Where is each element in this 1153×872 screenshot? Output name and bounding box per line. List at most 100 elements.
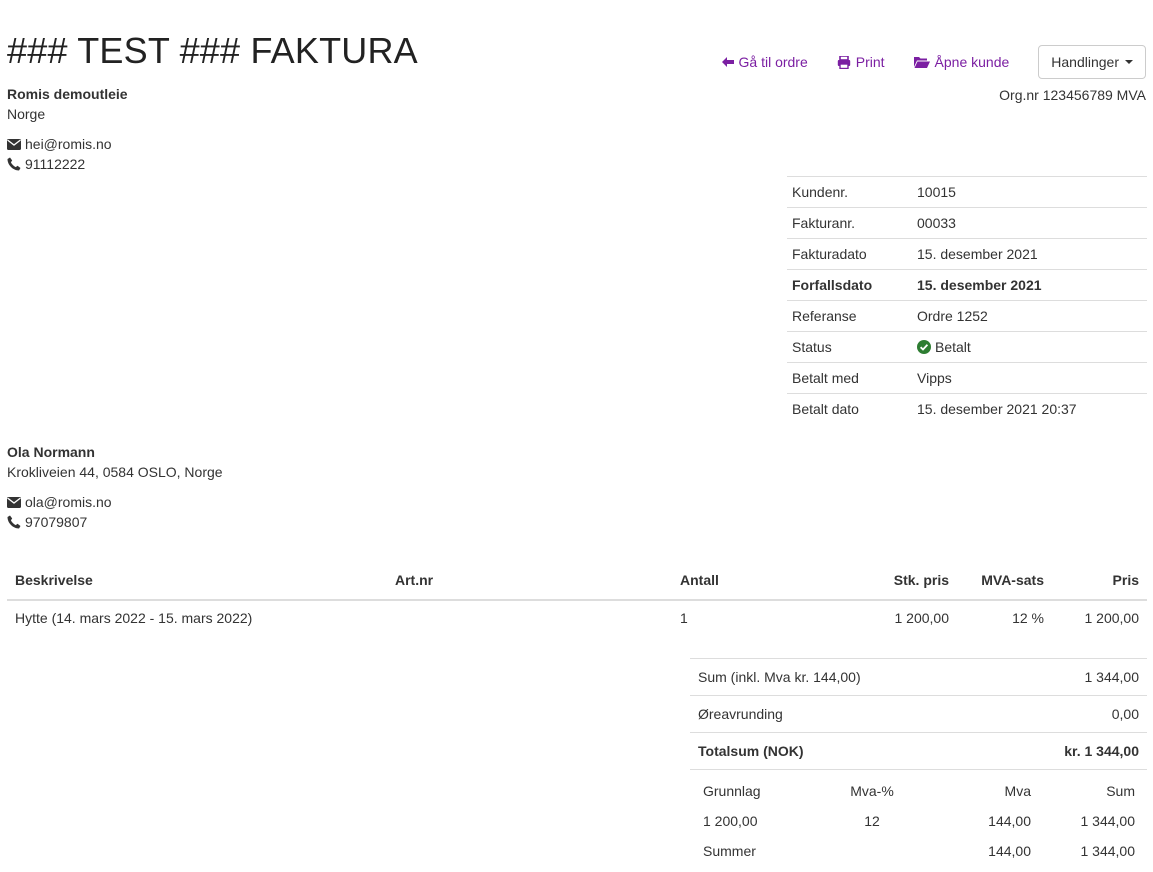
vat-sum: 1 344,00 bbox=[1080, 813, 1136, 829]
caret-down-icon bbox=[1125, 60, 1133, 64]
info-row-due-date: Forfallsdato 15. desember 2021 bbox=[787, 269, 1147, 301]
buyer-phone-line: 97079807 bbox=[7, 512, 223, 532]
totals-value: kr. 1 344,00 bbox=[993, 732, 1147, 770]
info-label: Referanse bbox=[787, 300, 912, 332]
vat-amount: 144,00 bbox=[988, 843, 1031, 859]
info-value: 00033 bbox=[912, 207, 1147, 239]
info-row-customer-number: Kundenr. 10015 bbox=[787, 176, 1147, 208]
print-link[interactable]: Print bbox=[837, 54, 885, 70]
col-unit-price: Stk. pris bbox=[792, 560, 957, 601]
line-quantity: 1 bbox=[680, 610, 688, 626]
info-row-invoice-number: Fakturanr. 00033 bbox=[787, 207, 1147, 239]
check-circle-icon bbox=[917, 340, 931, 354]
info-value: Vipps bbox=[912, 362, 1147, 394]
status-text: Betalt bbox=[935, 339, 971, 355]
invoice-lines-table: Beskrivelse Art.nr Antall Stk. pris MVA-… bbox=[7, 560, 1147, 635]
line-artnr bbox=[387, 600, 672, 635]
col-description: Beskrivelse bbox=[7, 560, 387, 601]
vat-amount: 144,00 bbox=[988, 813, 1031, 829]
info-label: Kundenr. bbox=[787, 176, 912, 208]
totals-label: Sum (inkl. Mva kr. 144,00) bbox=[690, 658, 994, 696]
line-description: Hytte (14. mars 2022 - 15. mars 2022) bbox=[15, 610, 253, 626]
info-label: Fakturanr. bbox=[787, 207, 912, 239]
info-value: Betalt bbox=[912, 331, 1147, 363]
vat-col-vat: Mva bbox=[1004, 783, 1031, 799]
goto-order-label: Gå til ordre bbox=[738, 54, 808, 70]
vat-rate bbox=[817, 836, 927, 866]
line-unit-price: 1 200,00 bbox=[894, 610, 950, 626]
envelope-icon bbox=[7, 138, 21, 150]
info-value: 15. desember 2021 20:37 bbox=[912, 393, 1147, 425]
invoice-info-table: Kundenr. 10015 Fakturanr. 00033 Fakturadat… bbox=[787, 176, 1147, 425]
vat-base: 1 200,00 bbox=[703, 813, 758, 829]
status-badge: Betalt bbox=[917, 339, 1142, 355]
totals-row-rounding: Øreavrunding 0,00 bbox=[690, 695, 1147, 733]
goto-order-link[interactable]: Gå til ordre bbox=[721, 54, 808, 70]
table-row: 1 200,00 12 144,00 1 344,00 bbox=[697, 806, 1141, 836]
lines-header-row: Beskrivelse Art.nr Antall Stk. pris MVA-… bbox=[7, 560, 1147, 601]
seller-country: Norge bbox=[7, 106, 46, 122]
envelope-icon bbox=[7, 496, 21, 508]
info-row-status: Status Betalt bbox=[787, 331, 1147, 363]
info-row-reference: Referanse Ordre 1252 bbox=[787, 300, 1147, 332]
seller-phone[interactable]: 91112222 bbox=[25, 154, 85, 174]
open-customer-label: Åpne kunde bbox=[934, 54, 1010, 70]
col-artnr: Art.nr bbox=[387, 560, 672, 601]
actions-dropdown-label: Handlinger bbox=[1051, 54, 1119, 70]
seller-block: Romis demoutleie Norge hei@romis.no 9111… bbox=[7, 84, 128, 174]
totals-label: Totalsum (NOK) bbox=[690, 732, 994, 770]
phone-icon bbox=[7, 157, 21, 171]
buyer-address: Krokliveien 44, 0584 OSLO, Norge bbox=[7, 464, 223, 480]
vat-rate: 12 bbox=[864, 813, 880, 829]
seller-phone-line: 91112222 bbox=[7, 154, 128, 174]
print-icon bbox=[837, 55, 850, 69]
buyer-email-line: ola@romis.no bbox=[7, 492, 223, 512]
page-title: ### TEST ### FAKTURA bbox=[7, 30, 418, 71]
vat-col-base: Grunnlag bbox=[703, 783, 761, 799]
vat-col-sum: Sum bbox=[1106, 783, 1135, 799]
seller-name: Romis demoutleie bbox=[7, 86, 128, 102]
info-label: Betalt dato bbox=[787, 393, 912, 425]
action-bar: Gå til ordre Print Åpne kunde Handlinger bbox=[721, 45, 1146, 79]
info-row-invoice-date: Fakturadato 15. desember 2021 bbox=[787, 238, 1147, 270]
open-customer-link[interactable]: Åpne kunde bbox=[913, 54, 1010, 70]
buyer-email[interactable]: ola@romis.no bbox=[25, 492, 112, 512]
totals-label: Øreavrunding bbox=[690, 695, 994, 733]
col-vat-rate: MVA-sats bbox=[957, 560, 1052, 601]
vat-base: Summer bbox=[703, 843, 756, 859]
info-row-paid-date: Betalt dato 15. desember 2021 20:37 bbox=[787, 393, 1147, 425]
vat-summary-table: Grunnlag Mva-% Mva Sum 1 200,00 12 144,0… bbox=[697, 776, 1141, 866]
seller-email[interactable]: hei@romis.no bbox=[25, 134, 112, 154]
vat-header-row: Grunnlag Mva-% Mva Sum bbox=[697, 776, 1141, 806]
vat-col-rate: Mva-% bbox=[850, 783, 894, 799]
arrow-left-icon bbox=[721, 57, 734, 67]
table-row: Summer 144,00 1 344,00 bbox=[697, 836, 1141, 866]
info-value: 15. desember 2021 bbox=[912, 238, 1147, 270]
info-value: Ordre 1252 bbox=[912, 300, 1147, 332]
col-quantity: Antall bbox=[672, 560, 792, 601]
folder-open-icon bbox=[913, 57, 930, 68]
seller-email-line: hei@romis.no bbox=[7, 134, 128, 154]
buyer-block: Ola Normann Krokliveien 44, 0584 OSLO, N… bbox=[7, 442, 223, 532]
totals-table: Sum (inkl. Mva kr. 144,00) 1 344,00 Øreav… bbox=[690, 658, 1147, 770]
table-row: Hytte (14. mars 2022 - 15. mars 2022) 1 … bbox=[7, 600, 1147, 635]
info-label: Fakturadato bbox=[787, 238, 912, 270]
totals-row-grand-total: Totalsum (NOK) kr. 1 344,00 bbox=[690, 732, 1147, 770]
buyer-name: Ola Normann bbox=[7, 444, 95, 460]
org-number: Org.nr 123456789 MVA bbox=[999, 87, 1146, 103]
phone-icon bbox=[7, 515, 21, 529]
info-value: 15. desember 2021 bbox=[912, 269, 1147, 301]
info-row-paid-with: Betalt med Vipps bbox=[787, 362, 1147, 394]
actions-dropdown-button[interactable]: Handlinger bbox=[1038, 45, 1146, 79]
info-label: Betalt med bbox=[787, 362, 912, 394]
info-value: 10015 bbox=[912, 176, 1147, 208]
totals-row-sum: Sum (inkl. Mva kr. 144,00) 1 344,00 bbox=[690, 658, 1147, 696]
totals-value: 1 344,00 bbox=[993, 658, 1147, 696]
buyer-phone[interactable]: 97079807 bbox=[25, 512, 87, 532]
col-price: Pris bbox=[1052, 560, 1147, 601]
line-price: 1 200,00 bbox=[1084, 610, 1140, 626]
print-label: Print bbox=[855, 54, 885, 70]
info-label: Forfallsdato bbox=[787, 269, 912, 301]
info-label: Status bbox=[787, 331, 912, 363]
vat-sum: 1 344,00 bbox=[1080, 843, 1136, 859]
